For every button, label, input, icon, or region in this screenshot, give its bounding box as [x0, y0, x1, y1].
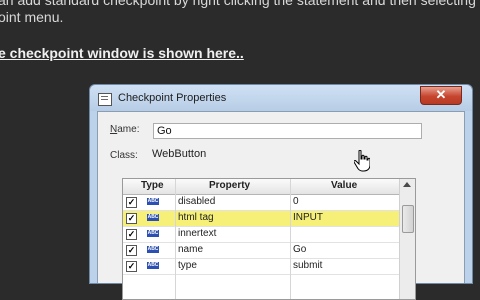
string-type-icon: ABC [147, 214, 159, 221]
row-checkbox[interactable]: ✓ [126, 261, 137, 272]
background-text-line-2: oint menu. [0, 9, 64, 25]
vertical-scrollbar[interactable] [399, 179, 415, 299]
string-type-icon: ABC [147, 230, 159, 237]
name-field[interactable]: Go [153, 123, 422, 139]
hand-pointer-icon [354, 150, 370, 172]
close-button[interactable]: ✕ [420, 86, 462, 105]
dialog-window-icon [98, 93, 112, 106]
name-label-rest: ame: [117, 124, 140, 135]
table-row[interactable]: ✓ ABC type submit [123, 259, 399, 275]
table-row[interactable]: ✓ ABC disabled 0 [123, 195, 399, 211]
value-cell[interactable]: submit [293, 260, 322, 271]
properties-grid: Type Property Value ✓ ABC disabled 0 ✓ ABC htm… [122, 178, 416, 300]
value-cell[interactable]: INPUT [293, 212, 323, 223]
value-cell[interactable]: 0 [293, 196, 299, 207]
value-cell[interactable]: Go [293, 244, 306, 255]
property-cell: html tag [178, 212, 214, 223]
property-cell: disabled [178, 196, 216, 207]
dialog-body: Name: Go Class: WebButton Type Property … [97, 111, 465, 300]
scroll-thumb[interactable] [402, 205, 414, 233]
checkpoint-properties-dialog: Checkpoint Properties ✕ Name: Go Class: … [89, 84, 473, 300]
name-label: Name: [110, 124, 139, 135]
row-checkbox[interactable]: ✓ [126, 213, 137, 224]
column-header-type[interactable]: Type [141, 180, 164, 191]
column-divider [175, 179, 176, 299]
class-value: WebButton [152, 148, 207, 160]
background-heading: e checkpoint window is shown here.. [0, 45, 244, 61]
table-row[interactable]: ✓ ABC innertext [123, 227, 399, 243]
string-type-icon: ABC [147, 246, 159, 253]
string-type-icon: ABC [147, 198, 159, 205]
row-checkbox[interactable]: ✓ [126, 197, 137, 208]
class-label: Class: [110, 150, 138, 161]
background-text-line-1: an add standard checkpoint by right clic… [0, 0, 476, 8]
column-divider [290, 179, 291, 299]
property-cell: name [178, 244, 204, 255]
dialog-title: Checkpoint Properties [118, 92, 227, 104]
property-cell: type [178, 260, 197, 271]
string-type-icon: ABC [147, 262, 159, 269]
row-checkbox[interactable]: ✓ [126, 245, 137, 256]
dialog-titlebar[interactable]: Checkpoint Properties ✕ [90, 85, 472, 111]
column-header-value[interactable]: Value [331, 180, 357, 191]
table-row[interactable]: ✓ ABC name Go [123, 243, 399, 259]
property-cell: innertext [178, 228, 217, 239]
grid-header: Type Property Value [123, 179, 399, 195]
scroll-up-arrow-icon[interactable] [403, 182, 411, 187]
column-header-property[interactable]: Property [209, 180, 250, 191]
table-row[interactable]: ✓ ABC html tag INPUT [123, 211, 399, 227]
row-checkbox[interactable]: ✓ [126, 229, 137, 240]
